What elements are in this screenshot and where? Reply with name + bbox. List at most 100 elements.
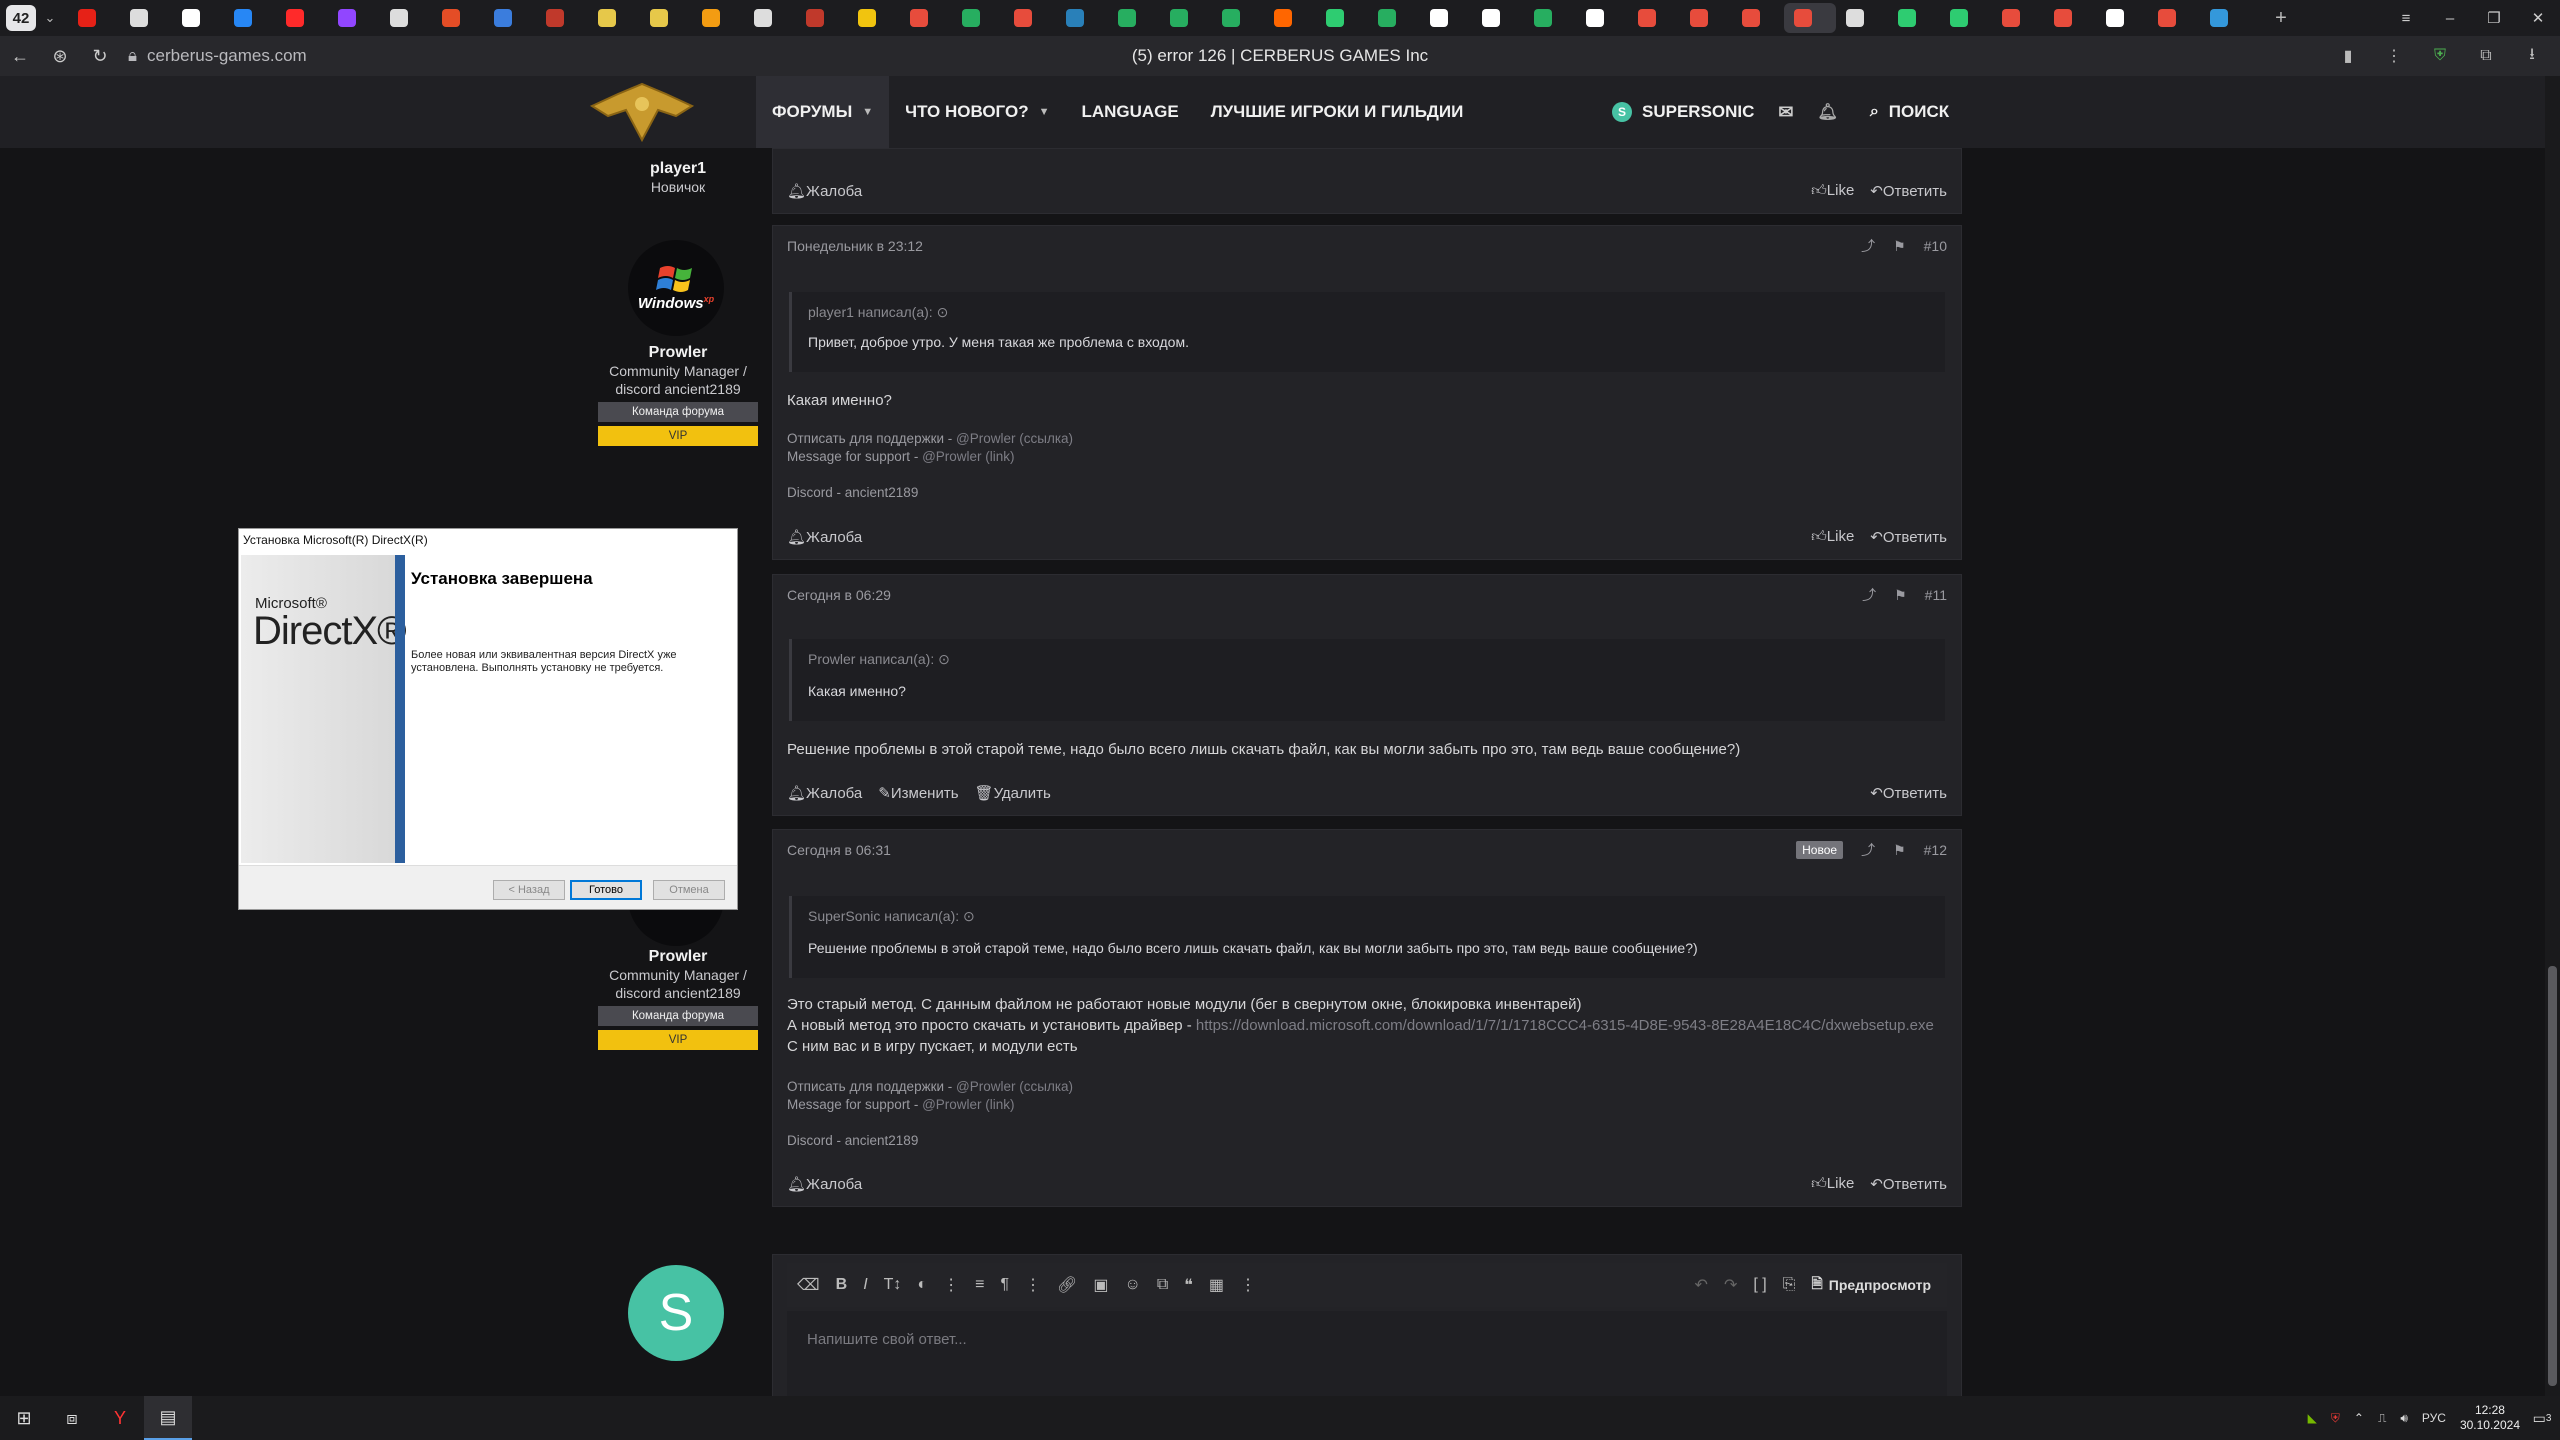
alerts-button[interactable]: 🔔︎ xyxy=(1806,76,1850,148)
italic-icon[interactable]: I xyxy=(863,1276,867,1294)
clock[interactable]: 12:28 30.10.2024 xyxy=(2460,1403,2520,1433)
report-button[interactable]: 🔔︎Жалоба xyxy=(787,1175,862,1193)
url-field[interactable]: 🔒︎ cerberus-games.com xyxy=(128,46,307,66)
menu-icon[interactable]: ≡ xyxy=(2384,0,2428,36)
browser-tab[interactable] xyxy=(484,3,536,33)
quote-author[interactable]: SuperSonic написал(а): ⊙ xyxy=(808,908,975,925)
reply-button[interactable]: ↶Ответить xyxy=(1870,182,1947,200)
browser-tab[interactable] xyxy=(640,3,692,33)
post-date[interactable]: Понедельник в 23:12 xyxy=(787,238,923,254)
download-link[interactable]: https://download.microsoft.com/download/… xyxy=(1196,1017,1934,1034)
text-size-icon[interactable]: T↕ xyxy=(884,1276,902,1294)
browser-tab[interactable] xyxy=(900,3,952,33)
back-button[interactable]: < Назад xyxy=(493,880,565,900)
browser-tab[interactable] xyxy=(1212,3,1264,33)
post-date[interactable]: Сегодня в 06:29 xyxy=(787,587,891,603)
bookmark-icon[interactable]: ⚑ xyxy=(1893,238,1906,255)
delete-button[interactable]: 🗑︎Удалить xyxy=(975,784,1051,802)
browser-tab[interactable] xyxy=(2148,3,2200,33)
share-icon[interactable]: ⤴ xyxy=(1861,840,1875,860)
report-button[interactable]: 🔔︎Жалоба xyxy=(787,528,862,546)
palette-icon[interactable]: ◐ xyxy=(917,1276,927,1294)
undo-icon[interactable]: ↶ xyxy=(1695,1275,1708,1295)
more-icon[interactable]: ⋮ xyxy=(2376,38,2412,74)
browser-tab[interactable] xyxy=(380,3,432,33)
installer-app-icon[interactable]: ▤ xyxy=(144,1396,192,1440)
browser-tab[interactable] xyxy=(536,3,588,33)
share-icon[interactable]: ⤴ xyxy=(1862,585,1876,605)
shield-icon[interactable]: ⛨ xyxy=(2422,38,2458,74)
bookmark-icon[interactable]: ⚑ xyxy=(1893,842,1906,859)
nav-forums[interactable]: ФОРУМЫ ▼ xyxy=(756,76,890,148)
username[interactable]: Prowler xyxy=(596,948,760,966)
browser-tab[interactable] xyxy=(1004,3,1056,33)
browser-tab[interactable] xyxy=(1472,3,1524,33)
browser-tab[interactable] xyxy=(1056,3,1108,33)
network-icon[interactable]: ⎍ xyxy=(2378,1411,2386,1426)
protect-icon[interactable]: ⊛ xyxy=(40,36,80,76)
media-icon[interactable]: ⧉ xyxy=(1157,1276,1168,1294)
cerberus-logo[interactable] xyxy=(588,82,696,142)
reload-icon[interactable]: ↻ xyxy=(80,36,120,76)
reply-button[interactable]: ↶Ответить xyxy=(1870,1175,1947,1193)
language-indicator[interactable]: РУС xyxy=(2422,1411,2446,1425)
paragraph-icon[interactable]: ¶ xyxy=(1000,1276,1009,1294)
browser-tab[interactable] xyxy=(1888,3,1940,33)
browser-tab[interactable] xyxy=(1264,3,1316,33)
quote-author[interactable]: Prowler написал(а): ⊙ xyxy=(808,651,950,668)
post-number[interactable]: #12 xyxy=(1924,842,1947,858)
done-button[interactable]: Готово xyxy=(570,880,642,900)
browser-tab[interactable] xyxy=(2200,3,2252,33)
browser-tab[interactable] xyxy=(1524,3,1576,33)
browser-tab[interactable] xyxy=(1784,3,1836,33)
avatar-prowler[interactable]: Windowsxp xyxy=(628,240,724,336)
browser-tab[interactable] xyxy=(1836,3,1888,33)
minimize-icon[interactable]: – xyxy=(2428,0,2472,36)
browser-tab[interactable] xyxy=(588,3,640,33)
browser-tab[interactable] xyxy=(1940,3,1992,33)
bold-icon[interactable]: B xyxy=(836,1276,848,1294)
task-view-icon[interactable]: ⧈ xyxy=(48,1396,96,1440)
browser-tab[interactable] xyxy=(1680,3,1732,33)
browser-tab[interactable] xyxy=(1160,3,1212,33)
table-icon[interactable]: ▦ xyxy=(1209,1275,1224,1295)
brackets-icon[interactable]: [ ] xyxy=(1753,1276,1766,1294)
browser-tab[interactable] xyxy=(2044,3,2096,33)
new-tab-button[interactable]: + xyxy=(2266,3,2296,33)
image-icon[interactable]: ▣ xyxy=(1093,1275,1108,1295)
browser-tab[interactable] xyxy=(1628,3,1680,33)
drafts-icon[interactable]: ⎘ xyxy=(1783,1276,1796,1294)
bookmark-icon[interactable]: ⚑ xyxy=(1894,587,1907,604)
bookmark-icon[interactable]: ▮ xyxy=(2330,38,2366,74)
username[interactable]: Prowler xyxy=(596,344,760,362)
reply-button[interactable]: ↶Ответить xyxy=(1870,784,1947,802)
nav-user[interactable]: S SUPERSONIC xyxy=(1600,76,1766,148)
quote-icon[interactable]: ❝ xyxy=(1184,1275,1193,1295)
back-arrow-icon[interactable]: ← xyxy=(0,36,40,76)
report-button[interactable]: 🔔︎Жалоба xyxy=(787,182,862,200)
chevron-down-icon[interactable]: ⌄ xyxy=(36,5,64,31)
notifications-icon[interactable]: ▭ 3 xyxy=(2528,1404,2556,1432)
preview-button[interactable]: 🗎︎ Предпросмотр xyxy=(1812,1273,1932,1297)
browser-tab[interactable] xyxy=(68,3,120,33)
browser-tab[interactable] xyxy=(2096,3,2148,33)
tab-counter[interactable]: 42 xyxy=(6,5,36,31)
nav-top-players[interactable]: ЛУЧШИЕ ИГРОКИ И ГИЛЬДИИ xyxy=(1195,76,1480,148)
speaker-icon[interactable]: 🔊︎ xyxy=(2400,1411,2408,1426)
browser-tab[interactable] xyxy=(1368,3,1420,33)
browser-tab[interactable] xyxy=(120,3,172,33)
browser-tab[interactable] xyxy=(692,3,744,33)
windows-start-icon[interactable]: ⊞ xyxy=(0,1396,48,1440)
reply-button[interactable]: ↶Ответить xyxy=(1870,528,1947,546)
scrollbar-thumb[interactable] xyxy=(2548,966,2557,1386)
restore-icon[interactable]: ❐ xyxy=(2472,0,2516,36)
browser-tab[interactable] xyxy=(848,3,900,33)
browser-tab[interactable] xyxy=(1420,3,1472,33)
post-date[interactable]: Сегодня в 06:31 xyxy=(787,842,891,858)
smiley-icon[interactable]: ☺ xyxy=(1124,1276,1140,1294)
collections-icon[interactable]: ⧉ xyxy=(2468,38,2504,74)
browser-tab[interactable] xyxy=(744,3,796,33)
username[interactable]: player1 xyxy=(596,160,760,178)
eraser-icon[interactable]: ⌫ xyxy=(797,1275,820,1295)
redo-icon[interactable]: ↷ xyxy=(1724,1275,1737,1295)
